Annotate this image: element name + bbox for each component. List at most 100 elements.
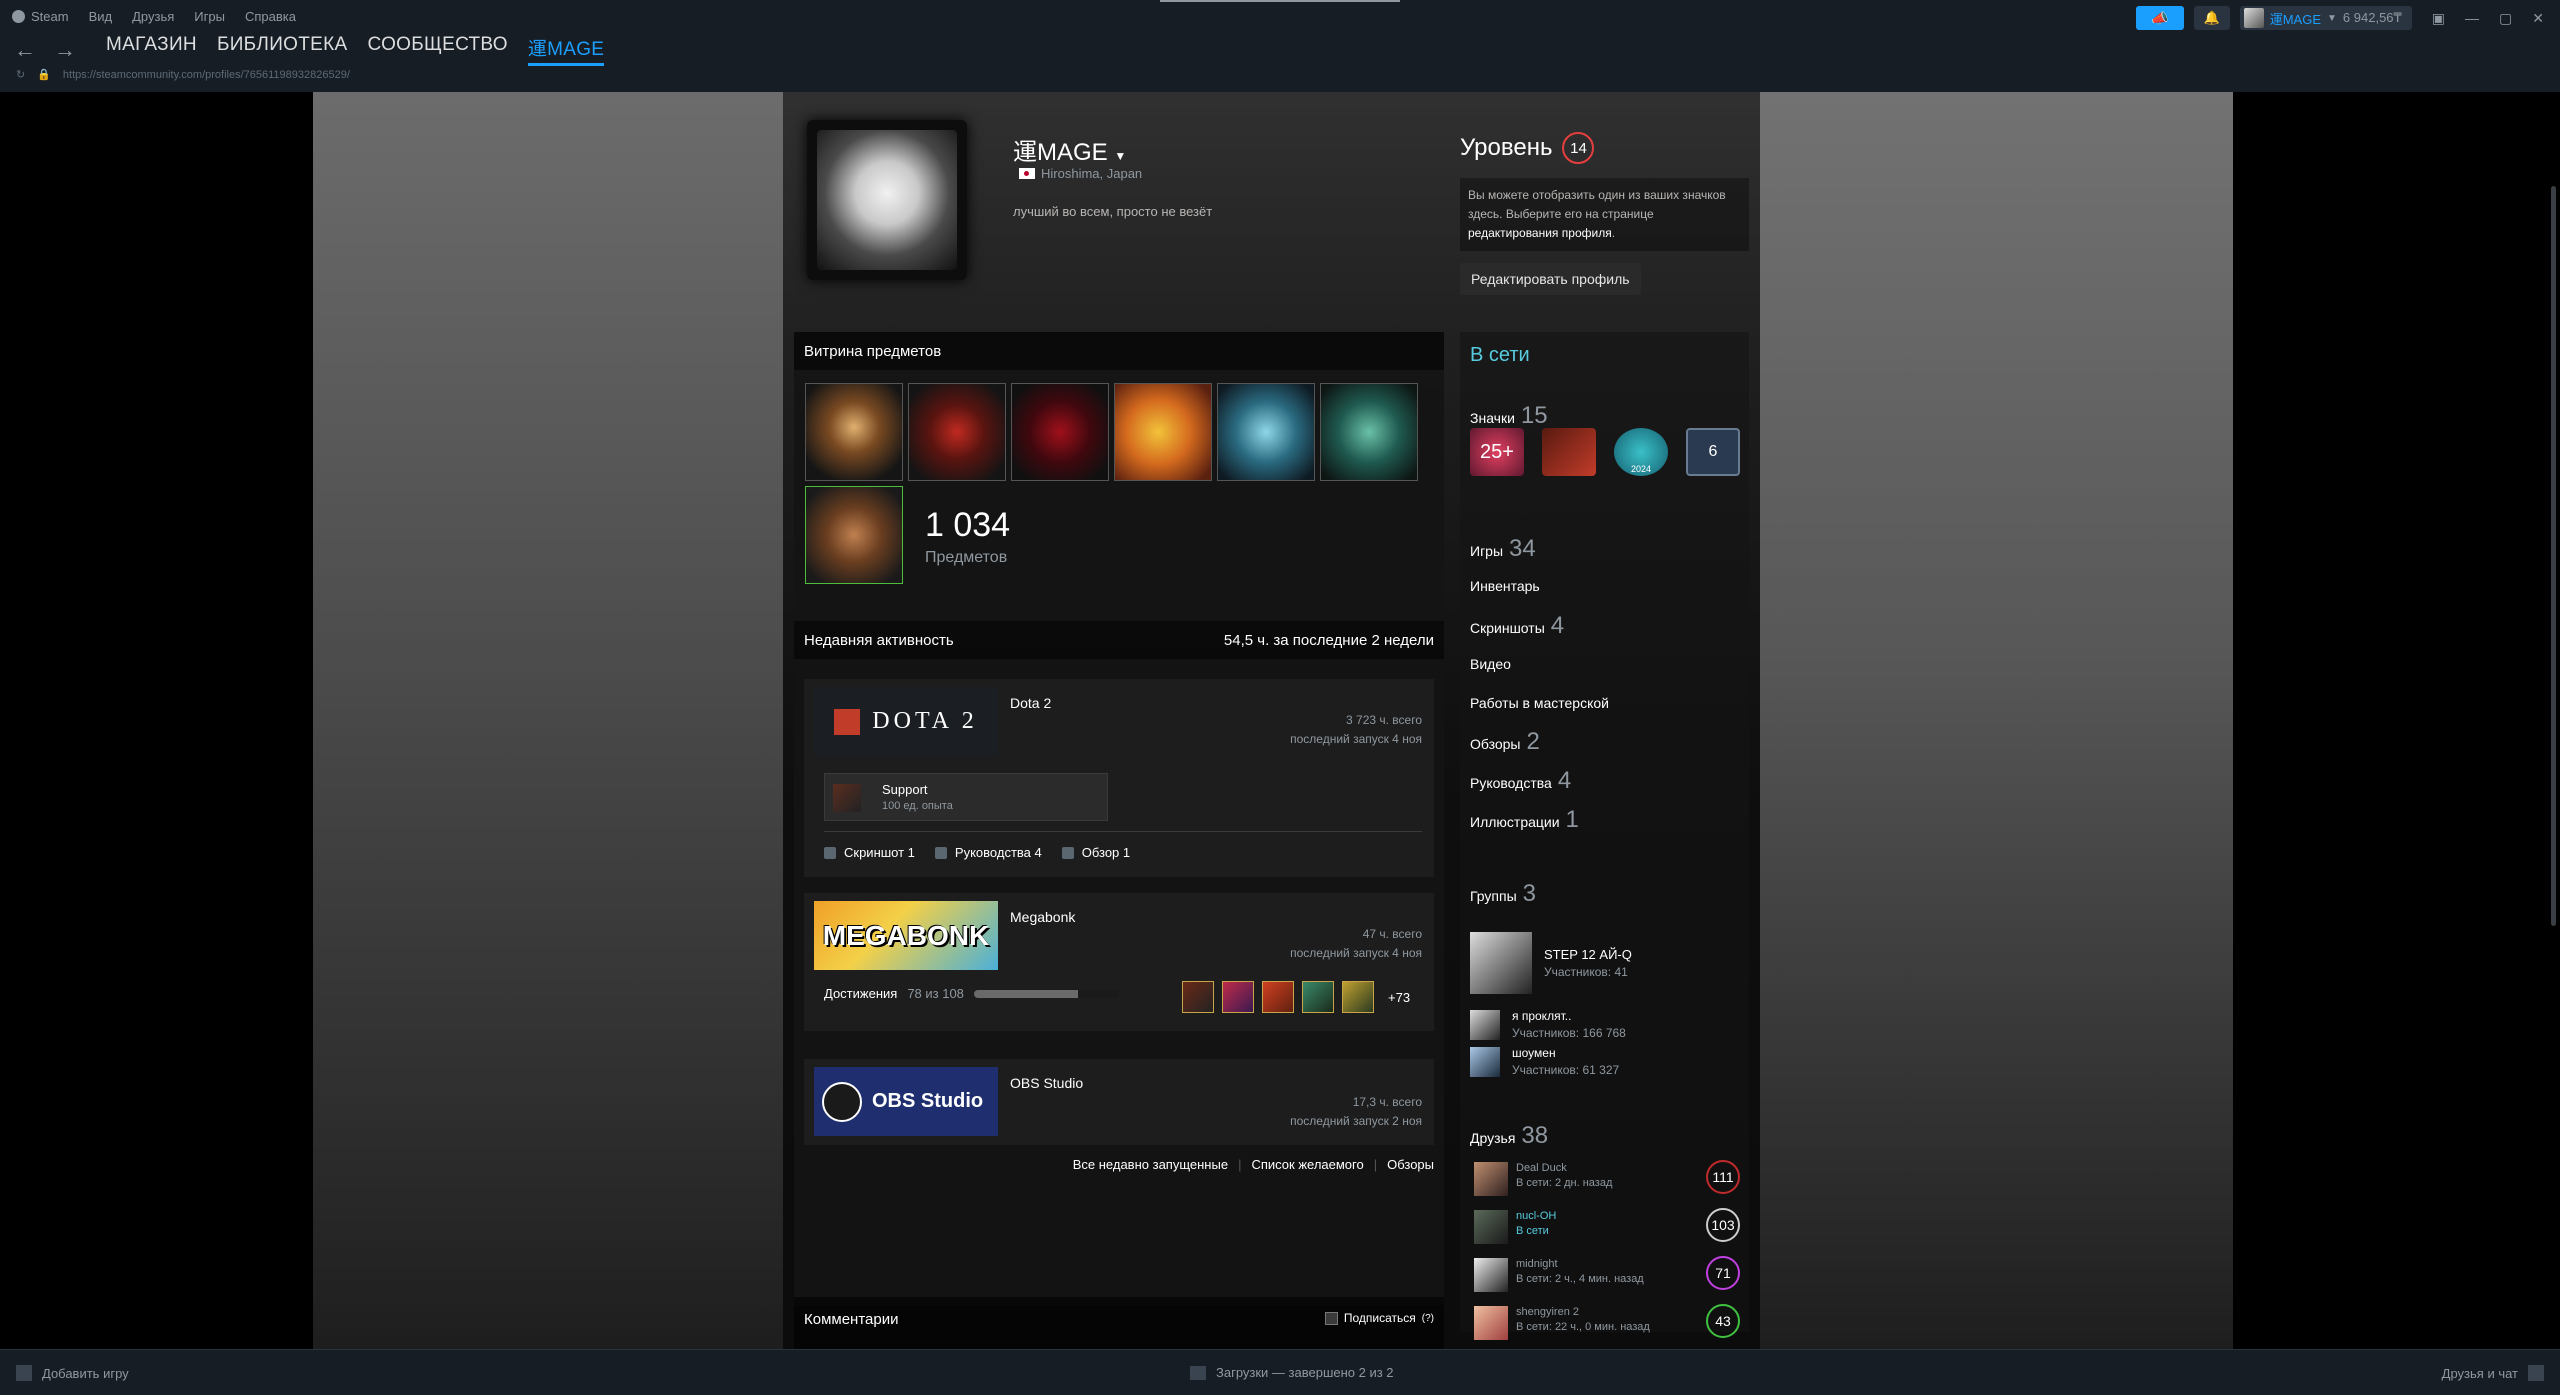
game-obs: OBS Studio OBS Studio 17,3 ч. всего посл… xyxy=(804,1059,1434,1145)
guides-link[interactable]: Руководства 4 xyxy=(1470,767,1571,795)
videos-link[interactable]: Видео xyxy=(1470,656,1511,672)
guides-label: Руководства xyxy=(1470,775,1552,791)
badge-icon[interactable]: 6 xyxy=(1686,428,1740,476)
friends-link[interactable]: Друзья 38 xyxy=(1470,1122,1548,1150)
showcase-item[interactable] xyxy=(908,383,1006,481)
big-picture-icon[interactable]: ▣ xyxy=(2432,10,2445,27)
megabonk-capsule[interactable]: MEGABONK xyxy=(814,901,998,970)
obs-capsule[interactable]: OBS Studio xyxy=(814,1067,998,1136)
groups-link[interactable]: Группы 3 xyxy=(1470,880,1536,908)
friends-label: Друзья xyxy=(1470,1130,1516,1146)
add-game-button[interactable]: Добавить игру xyxy=(16,1365,129,1381)
account-balance: 6 942,56₸ xyxy=(2342,10,2402,25)
screenshot-link[interactable]: Скриншот 1 xyxy=(824,845,915,860)
screenshots-link[interactable]: Скриншоты 4 xyxy=(1470,612,1564,640)
broadcast-icon[interactable]: 📣 xyxy=(2135,6,2184,30)
achievement-icon[interactable] xyxy=(1342,981,1374,1013)
forward-arrow-icon[interactable]: → xyxy=(54,37,76,63)
achievement-icon[interactable] xyxy=(1302,981,1334,1013)
game-name[interactable]: Megabonk xyxy=(1010,909,1075,925)
group-avatar xyxy=(1470,1046,1500,1077)
friend-item[interactable]: midnight В сети: 2 ч., 4 мин. назад 71 xyxy=(1470,1252,1740,1296)
nav-store[interactable]: МАГАЗИН xyxy=(106,34,197,66)
achievements-progress-fill xyxy=(973,989,1079,998)
badge-icon[interactable] xyxy=(1542,428,1596,476)
menu-friends[interactable]: Друзья xyxy=(132,9,174,24)
notifications-bell-icon[interactable]: 🔔 xyxy=(2193,6,2230,30)
group-item[interactable]: шоумен Участников: 61 327 xyxy=(1470,1046,1619,1077)
badge-icon[interactable]: 25+ xyxy=(1470,428,1524,476)
showcase-item[interactable] xyxy=(805,486,903,584)
friend-item[interactable]: shengyiren 2 В сети: 22 ч., 0 мин. назад… xyxy=(1470,1300,1740,1344)
artwork-link[interactable]: Иллюстрации 1 xyxy=(1470,806,1579,834)
recently-played-link[interactable]: Все недавно запущенные xyxy=(1073,1157,1228,1172)
checkbox-icon[interactable] xyxy=(1324,1311,1338,1325)
achievement-icon[interactable] xyxy=(1262,981,1294,1013)
item-count[interactable]: 1 034 Предметов xyxy=(925,506,1010,567)
support-badge-icon xyxy=(833,784,861,812)
showcase-item[interactable] xyxy=(1217,383,1315,481)
badge-icon[interactable]: 2024 xyxy=(1614,428,1668,476)
chevron-down-icon[interactable]: ▼ xyxy=(1114,149,1126,163)
url-row: ↻ 🔒 https://steamcommunity.com/profiles/… xyxy=(16,68,350,82)
account-menu[interactable]: 運MAGE ▼ 6 942,56₸ xyxy=(2239,6,2412,30)
reload-icon[interactable]: ↻ xyxy=(16,68,25,81)
friend-item[interactable]: Deal Duck В сети: 2 дн. назад 111 xyxy=(1470,1156,1740,1200)
help-icon[interactable]: (?) xyxy=(1422,1313,1434,1324)
wishlist-link[interactable]: Список желаемого xyxy=(1251,1157,1363,1172)
menu-help[interactable]: Справка xyxy=(245,9,296,24)
achievements-row[interactable]: Достижения 78 из 108 xyxy=(824,986,1119,1001)
showcase-item[interactable] xyxy=(1114,383,1212,481)
page-scrollbar[interactable] xyxy=(2551,186,2556,926)
achievement-icon[interactable] xyxy=(1222,981,1254,1013)
minimize-icon[interactable]: — xyxy=(2465,10,2479,27)
subscribe-label: Подписаться xyxy=(1343,1311,1416,1325)
game-name[interactable]: OBS Studio xyxy=(1010,1075,1083,1091)
menu-steam[interactable]: Steam xyxy=(12,9,69,24)
showcase-item[interactable] xyxy=(1011,383,1109,481)
close-icon[interactable]: ✕ xyxy=(2532,10,2544,27)
back-arrow-icon[interactable]: ← xyxy=(14,37,36,63)
game-badge-support[interactable]: Support 100 ед. опыта xyxy=(824,773,1108,821)
game-links: Скриншот 1 Руководства 4 Обзор 1 xyxy=(824,845,1130,860)
showcase-item[interactable] xyxy=(805,383,903,481)
workshop-link[interactable]: Работы в мастерской xyxy=(1470,695,1609,711)
profile-name[interactable]: 運MAGE ▼ xyxy=(1013,132,1126,167)
friend-name: nucl-OH xyxy=(1516,1210,1557,1222)
guides-link[interactable]: Руководства 4 xyxy=(934,845,1042,860)
friend-avatar xyxy=(1474,1162,1508,1196)
url-text[interactable]: https://steamcommunity.com/profiles/7656… xyxy=(63,69,350,81)
inventory-link[interactable]: Инвентарь xyxy=(1470,578,1540,594)
screenshots-count: 4 xyxy=(1550,612,1565,639)
reviews-link[interactable]: Обзоры 2 xyxy=(1470,728,1540,756)
games-link[interactable]: Игры 34 xyxy=(1470,535,1536,563)
review-link[interactable]: Обзор 1 xyxy=(1061,845,1130,860)
badges-link[interactable]: Значки 15 xyxy=(1470,402,1548,430)
title-bar: Steam Вид Друзья Игры Справка ← → МАГАЗИ… xyxy=(0,0,2560,92)
nav-library[interactable]: БИБЛИОТЕКА xyxy=(217,34,348,66)
group-name: STEP 12 АЙ-Q xyxy=(1544,947,1632,962)
friend-name: midnight xyxy=(1516,1258,1558,1270)
downloads-status[interactable]: Загрузки — завершено 2 из 2 xyxy=(1190,1365,1394,1380)
nav-profile[interactable]: 運MAGE xyxy=(527,34,605,66)
nav-community[interactable]: СООБЩЕСТВО xyxy=(367,34,507,66)
dota2-capsule[interactable]: DOTA 2 xyxy=(814,687,998,756)
menu-view[interactable]: Вид xyxy=(89,9,113,24)
achievements-more[interactable]: +73 xyxy=(1388,990,1410,1005)
group-item[interactable]: я проклят.. Участников: 166 768 xyxy=(1470,1009,1626,1040)
maximize-icon[interactable]: ▢ xyxy=(2499,10,2512,27)
achievement-icon[interactable] xyxy=(1182,981,1214,1013)
avatar-image xyxy=(817,130,957,270)
friend-item[interactable]: nucl-OH В сети 103 xyxy=(1470,1204,1740,1248)
reviews-link[interactable]: Обзоры xyxy=(1387,1157,1434,1172)
subscribe-toggle[interactable]: Подписаться (?) xyxy=(1324,1311,1434,1325)
friends-chat-button[interactable]: Друзья и чат xyxy=(2442,1365,2544,1381)
badge-hint-link[interactable]: редактирования профиля xyxy=(1468,226,1612,240)
edit-profile-button[interactable]: Редактировать профиль xyxy=(1460,263,1641,295)
group-item[interactable]: STEP 12 АЙ-Q Участников: 41 xyxy=(1470,932,1632,994)
friend-level: 71 xyxy=(1706,1256,1740,1290)
menu-games[interactable]: Игры xyxy=(194,9,225,24)
showcase-item[interactable] xyxy=(1320,383,1418,481)
game-name[interactable]: Dota 2 xyxy=(1010,695,1051,711)
groups-count: 3 xyxy=(1522,880,1537,907)
